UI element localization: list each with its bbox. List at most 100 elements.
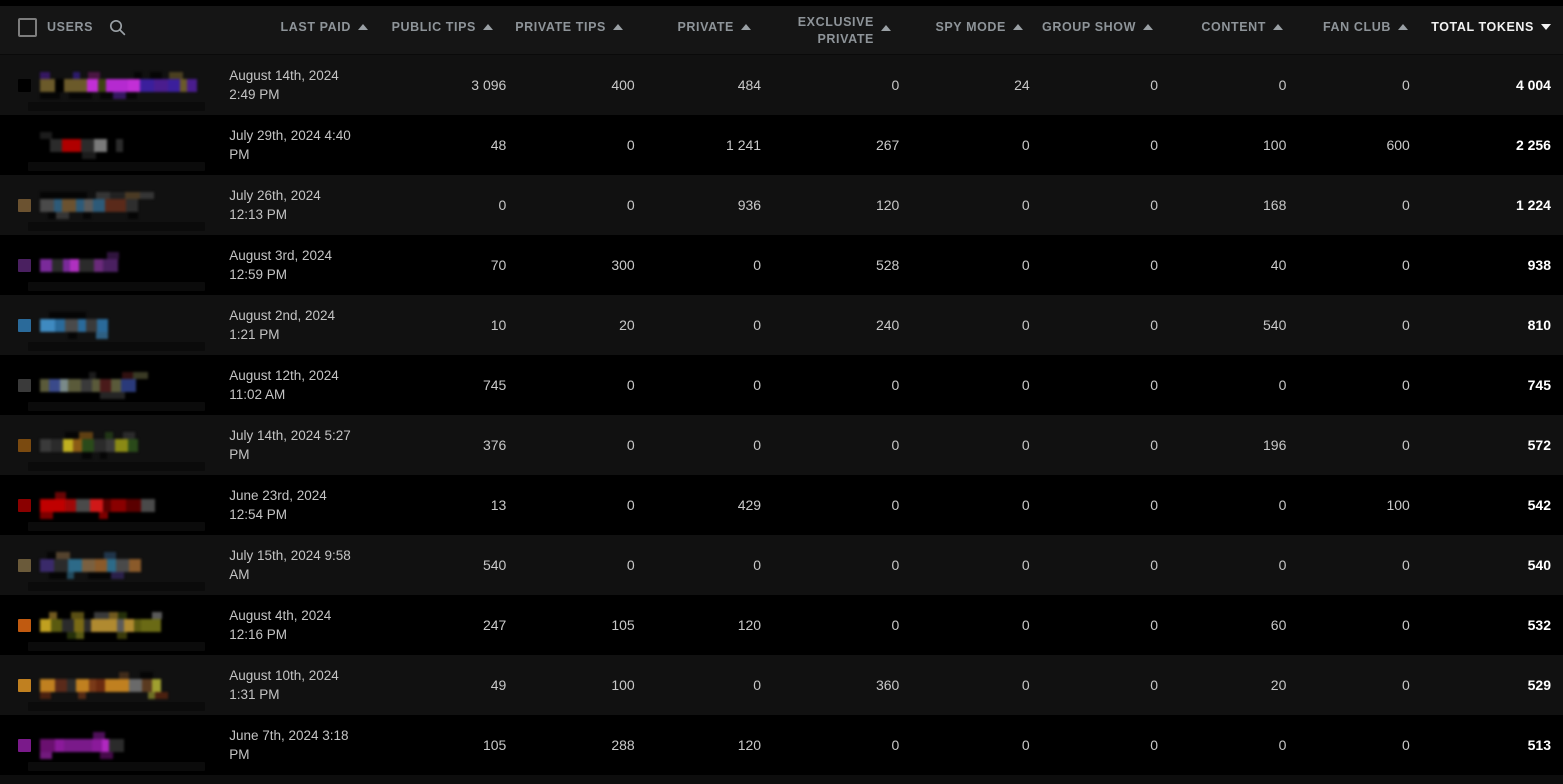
cell-private-tips: 100 <box>611 677 635 693</box>
cell-group-show: 0 <box>1150 557 1158 573</box>
table-row[interactable]: August 4th, 2024 12:16 PM 247 105 120 0 0 0 60 0 5… <box>0 595 1563 655</box>
cell-private-tips: 20 <box>619 317 635 333</box>
cell-total-tokens: 513 <box>1527 737 1551 753</box>
sort-asc-icon <box>1273 24 1283 30</box>
cell-group-show: 0 <box>1150 737 1158 753</box>
cell-exclusive-private: 528 <box>875 257 900 273</box>
header-public-tips-label: PUBLIC TIPS <box>391 20 476 34</box>
header-private-tips[interactable]: PRIVATE TIPS <box>505 20 635 34</box>
last-paid-date: August 12th, 2024 <box>229 368 339 383</box>
cell-user[interactable] <box>0 715 217 775</box>
table-row[interactable]: July 26th, 2024 12:13 PM 0 0 936 120 0 0 168 0 1 2… <box>0 175 1563 235</box>
avatar <box>18 558 31 572</box>
cell-last-paid: August 3rd, 2024 12:59 PM <box>217 246 395 284</box>
select-all-checkbox[interactable] <box>18 17 37 37</box>
cell-total-tokens: 542 <box>1527 497 1551 513</box>
last-paid-date: July 15th, 2024 9:58 <box>229 548 351 563</box>
table-row[interactable]: July 15th, 2024 9:58 AM 540 0 0 0 0 0 0 0 540 <box>0 535 1563 595</box>
cell-user[interactable] <box>0 175 217 235</box>
header-last-paid[interactable]: LAST PAID <box>220 20 380 34</box>
row-separator <box>28 522 206 531</box>
header-private-label: PRIVATE <box>677 20 734 34</box>
avatar <box>18 438 31 452</box>
table-row[interactable]: June 7th, 2024 3:18 PM 105 288 120 0 0 0 0 0 513 <box>0 715 1563 775</box>
header-fan-club[interactable]: FAN CLUB <box>1295 20 1420 34</box>
header-group-show[interactable]: GROUP SHOW <box>1035 20 1165 34</box>
table-row[interactable]: August 10th, 2024 1:31 PM 49 100 0 360 0 0 20 0 52… <box>0 655 1563 715</box>
cell-spy-mode: 0 <box>1021 257 1030 273</box>
table-row[interactable]: August 3rd, 2024 12:59 PM 70 300 0 528 0 0 40 0 93… <box>0 235 1563 295</box>
sort-desc-icon <box>1541 24 1551 30</box>
header-spy-mode[interactable]: SPY MODE <box>903 20 1035 34</box>
redacted-username <box>40 71 197 99</box>
cell-exclusive-private: 0 <box>891 737 900 753</box>
last-paid-date: August 4th, 2024 <box>229 608 332 623</box>
cell-spy-mode: 24 <box>1014 77 1030 93</box>
cell-fan-club: 0 <box>1402 317 1410 333</box>
cell-spy-mode: 0 <box>1021 377 1030 393</box>
sort-asc-icon <box>1013 24 1023 30</box>
header-total-tokens[interactable]: TOTAL TOKENS <box>1420 20 1563 34</box>
last-paid-time: 12:59 PM <box>229 267 287 282</box>
cell-user[interactable] <box>0 655 217 715</box>
row-separator <box>28 102 206 111</box>
cell-total-tokens: 572 <box>1527 437 1551 453</box>
row-separator <box>28 342 206 351</box>
header-last-paid-label: LAST PAID <box>280 20 351 34</box>
last-paid-date: August 3rd, 2024 <box>229 248 333 263</box>
cell-user[interactable] <box>0 55 217 115</box>
cell-user[interactable] <box>0 235 217 295</box>
header-content[interactable]: CONTENT <box>1165 20 1295 34</box>
cell-user[interactable] <box>0 595 217 655</box>
cell-user[interactable] <box>0 415 217 475</box>
table-row[interactable]: June 23rd, 2024 12:54 PM 13 0 429 0 0 0 0 100 542 <box>0 475 1563 535</box>
cell-total-tokens: 2 256 <box>1515 137 1551 153</box>
cell-content: 0 <box>1278 497 1287 513</box>
last-paid-date: July 14th, 2024 5:27 <box>229 428 351 443</box>
cell-user[interactable] <box>0 115 217 175</box>
cell-spy-mode: 0 <box>1021 197 1030 213</box>
cell-content: 0 <box>1278 77 1287 93</box>
cell-exclusive-private: 0 <box>891 77 900 93</box>
cell-private: 0 <box>753 377 762 393</box>
cell-user[interactable] <box>0 475 217 535</box>
cell-private: 0 <box>753 677 762 693</box>
cell-content: 196 <box>1263 437 1287 453</box>
table-row[interactable]: July 14th, 2024 5:27 PM 376 0 0 0 0 0 196 0 572 <box>0 415 1563 475</box>
cell-private: 429 <box>737 497 762 513</box>
cell-user[interactable] <box>0 535 217 595</box>
cell-private: 484 <box>737 77 762 93</box>
cell-private: 120 <box>737 617 762 633</box>
cell-private: 0 <box>753 317 762 333</box>
cell-spy-mode: 0 <box>1021 677 1030 693</box>
cell-content: 40 <box>1270 257 1287 273</box>
sort-asc-icon <box>741 24 751 30</box>
cell-private: 0 <box>753 257 762 273</box>
header-private[interactable]: PRIVATE <box>635 20 763 34</box>
row-separator <box>28 402 206 411</box>
cell-user[interactable] <box>0 295 217 355</box>
cell-total-tokens: 745 <box>1527 377 1551 393</box>
header-public-tips[interactable]: PUBLIC TIPS <box>380 20 505 34</box>
cell-user[interactable] <box>0 355 217 415</box>
cell-content: 168 <box>1263 197 1287 213</box>
table-row[interactable]: August 12th, 2024 11:02 AM 745 0 0 0 0 0 0 0 745 <box>0 355 1563 415</box>
header-exclusive-private[interactable]: EXCLUSIVE PRIVATE <box>763 7 903 48</box>
cell-public-tips: 540 <box>482 557 507 573</box>
cell-spy-mode: 0 <box>1021 437 1030 453</box>
cell-public-tips: 70 <box>490 257 507 273</box>
row-separator <box>28 582 206 591</box>
table-row[interactable]: August 14th, 2024 2:49 PM 3 096 400 484 0 24 0 0… <box>0 55 1563 115</box>
cell-content: 20 <box>1270 677 1287 693</box>
last-paid-date: June 23rd, 2024 <box>229 488 327 503</box>
row-separator <box>28 162 206 171</box>
table-row[interactable]: August 2nd, 2024 1:21 PM 10 20 0 240 0 0 540 0 810 <box>0 295 1563 355</box>
header-private-tips-label: PRIVATE TIPS <box>515 20 606 34</box>
redacted-username <box>40 551 141 579</box>
search-icon[interactable] <box>109 19 126 36</box>
cell-group-show: 0 <box>1150 497 1158 513</box>
cell-total-tokens: 810 <box>1527 317 1551 333</box>
last-paid-time: PM <box>229 747 250 762</box>
cell-content: 60 <box>1270 617 1287 633</box>
table-row[interactable]: July 29th, 2024 4:40 PM 48 0 1 241 267 0 0 100 60… <box>0 115 1563 175</box>
